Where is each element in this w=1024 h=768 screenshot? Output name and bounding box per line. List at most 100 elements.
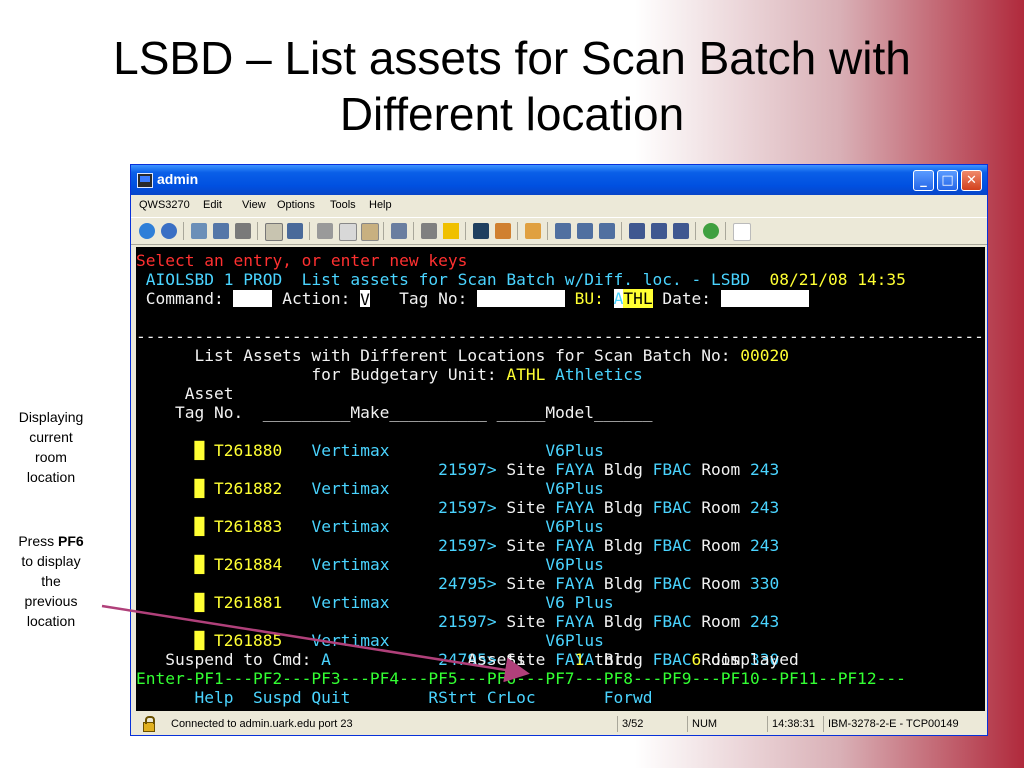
tools-icon[interactable] — [421, 223, 437, 239]
display-icon[interactable] — [265, 223, 283, 241]
maximize-button[interactable]: □ — [937, 170, 958, 191]
plugin-icon[interactable] — [703, 223, 719, 239]
asset-location-row: 21597> Site FAYA Bldg FBAC Room 243 — [136, 479, 779, 517]
menu-options[interactable]: Options — [277, 199, 315, 211]
command-label: Command: — [136, 289, 234, 308]
menu-bar: QWS3270 Edit View Options Tools Help — [131, 195, 987, 216]
terminal-icon[interactable] — [473, 223, 489, 239]
screen-datetime: 08/21/08 14:35 — [769, 270, 906, 289]
pa1-icon[interactable] — [629, 223, 645, 239]
command-input[interactable] — [233, 290, 273, 307]
pa3-icon[interactable] — [673, 223, 689, 239]
room-number: 243 — [750, 536, 780, 555]
terminal-window: admin _ □ ✕ QWS3270 Edit View Options To… — [130, 164, 988, 736]
asset-location-row: 21597> Site FAYA Bldg FBAC Room 243 — [136, 517, 779, 555]
asset-row: █ T261881 Vertimax V6 Plus — [136, 574, 613, 612]
cut-icon[interactable] — [317, 223, 333, 239]
column-header-asset: Asset — [136, 384, 234, 403]
macro-icon[interactable] — [391, 223, 407, 239]
room-number: 243 — [750, 612, 780, 631]
date-label: Date: — [652, 289, 721, 308]
room-number: 330 — [750, 574, 780, 593]
separator-line: ----------------------------------------… — [136, 327, 985, 346]
suspend-label: Suspend to Cmd: — [136, 650, 322, 669]
warning-icon[interactable] — [443, 223, 459, 239]
status-time: 14:38:31 — [767, 716, 823, 732]
bldg-label: Bldg — [603, 460, 643, 479]
action-input[interactable]: V — [360, 290, 370, 309]
room-label: Room — [701, 612, 741, 631]
screen-header: AIOLSBD 1 PROD List assets for Scan Batc… — [136, 270, 906, 289]
assets-from: 1 — [574, 650, 585, 669]
home-icon[interactable] — [525, 223, 541, 239]
slide-title-line-2: Different location — [339, 88, 685, 140]
room-number: 243 — [750, 498, 780, 517]
bldg-code: FBAC — [652, 460, 692, 479]
asset-row: █ T261880 Vertimax V6Plus — [136, 422, 603, 460]
minimize-button[interactable]: _ — [913, 170, 934, 191]
terminal-screen[interactable]: Select an entry, or enter new keys AIOLS… — [136, 247, 985, 711]
suspend-input[interactable]: A — [321, 650, 331, 669]
date-input[interactable] — [720, 290, 809, 307]
note2-line: location — [26, 613, 76, 629]
cursor-position: 3/52 — [617, 716, 687, 732]
copy-icon[interactable] — [339, 223, 357, 241]
room-label: Room — [701, 498, 741, 517]
tag-no-input[interactable] — [477, 290, 565, 307]
title-bar[interactable]: admin _ □ ✕ — [131, 165, 987, 195]
note1-line: Displaying — [18, 409, 84, 425]
bldg-code: FBAC — [652, 536, 692, 555]
print-icon[interactable] — [235, 223, 251, 239]
receive-icon[interactable] — [213, 223, 229, 239]
bldg-code: FBAC — [652, 498, 692, 517]
pf-key-labels[interactable]: Help Suspd Quit RStrt CrLoc Forwd — [136, 688, 652, 707]
menu-view[interactable]: View — [242, 199, 266, 211]
close-button[interactable]: ✕ — [961, 170, 982, 191]
tag-no-label: Tag No: — [369, 289, 478, 308]
note1-line: current — [29, 429, 73, 445]
asset-row: █ T261885 Vertimax V6Plus — [136, 612, 603, 650]
screen-title: AIOLSBD 1 PROD List assets for Scan Batc… — [136, 270, 770, 289]
budgetary-unit-heading: for Budgetary Unit: ATHL Athletics — [136, 365, 642, 384]
tab-icon[interactable] — [577, 223, 593, 239]
window-title: admin — [157, 171, 199, 187]
action-label: Action: — [272, 289, 361, 308]
paste-icon[interactable] — [361, 223, 379, 241]
send-icon[interactable] — [191, 223, 207, 239]
back-icon[interactable] — [555, 223, 571, 239]
asset-location-row: 24795> Site FAYA Bldg FBAC Room 330 — [136, 555, 779, 593]
budgetary-unit-text: for Budgetary Unit: — [136, 365, 507, 384]
slide-title: LSBD – List assets for Scan Batch with D… — [0, 30, 1024, 142]
terminal-prompt: Select an entry, or enter new keys — [136, 251, 468, 270]
note2-line: previous — [24, 593, 78, 609]
pf-key-line: Enter-PF1---PF2---PF3---PF4---PF5---PF6-… — [136, 669, 906, 688]
disconnect-icon[interactable] — [161, 223, 177, 239]
keyboard-icon[interactable] — [287, 223, 303, 239]
displayed-label: displayed — [701, 650, 799, 669]
pa2-icon[interactable] — [651, 223, 667, 239]
note2-key: PF6 — [58, 533, 84, 549]
connect-icon[interactable] — [139, 223, 155, 239]
asset-row: █ T261883 Vertimax V6Plus — [136, 498, 603, 536]
bldg-label: Bldg — [603, 612, 643, 631]
asset-row: █ T261884 Vertimax V6Plus — [136, 536, 603, 574]
list-heading: List Assets with Different Locations for… — [136, 346, 789, 365]
menu-edit[interactable]: Edit — [203, 199, 222, 211]
room-label: Room — [701, 460, 741, 479]
menu-help[interactable]: Help — [369, 199, 392, 211]
bu-input-cursor[interactable]: A — [613, 289, 624, 308]
menu-tools[interactable]: Tools — [330, 199, 356, 211]
assets-label: Assets — [330, 650, 575, 669]
terminal-app-icon[interactable] — [137, 173, 153, 188]
forward-icon[interactable] — [599, 223, 615, 239]
status-bar: Connected to admin.uark.edu port 23 3/52… — [131, 713, 987, 735]
bu-input[interactable]: THL — [623, 289, 653, 308]
bldg-code: FBAC — [652, 612, 692, 631]
edit-icon[interactable] — [495, 223, 511, 239]
num-lock-indicator: NUM — [687, 716, 767, 732]
menu-qws3270[interactable]: QWS3270 — [139, 199, 190, 211]
asset-location-row: 21597> Site FAYA Bldg FBAC Room 243 — [136, 441, 779, 479]
spell-check-icon[interactable] — [733, 223, 751, 241]
note2-press: Press — [18, 533, 58, 549]
toolbar — [131, 217, 987, 245]
